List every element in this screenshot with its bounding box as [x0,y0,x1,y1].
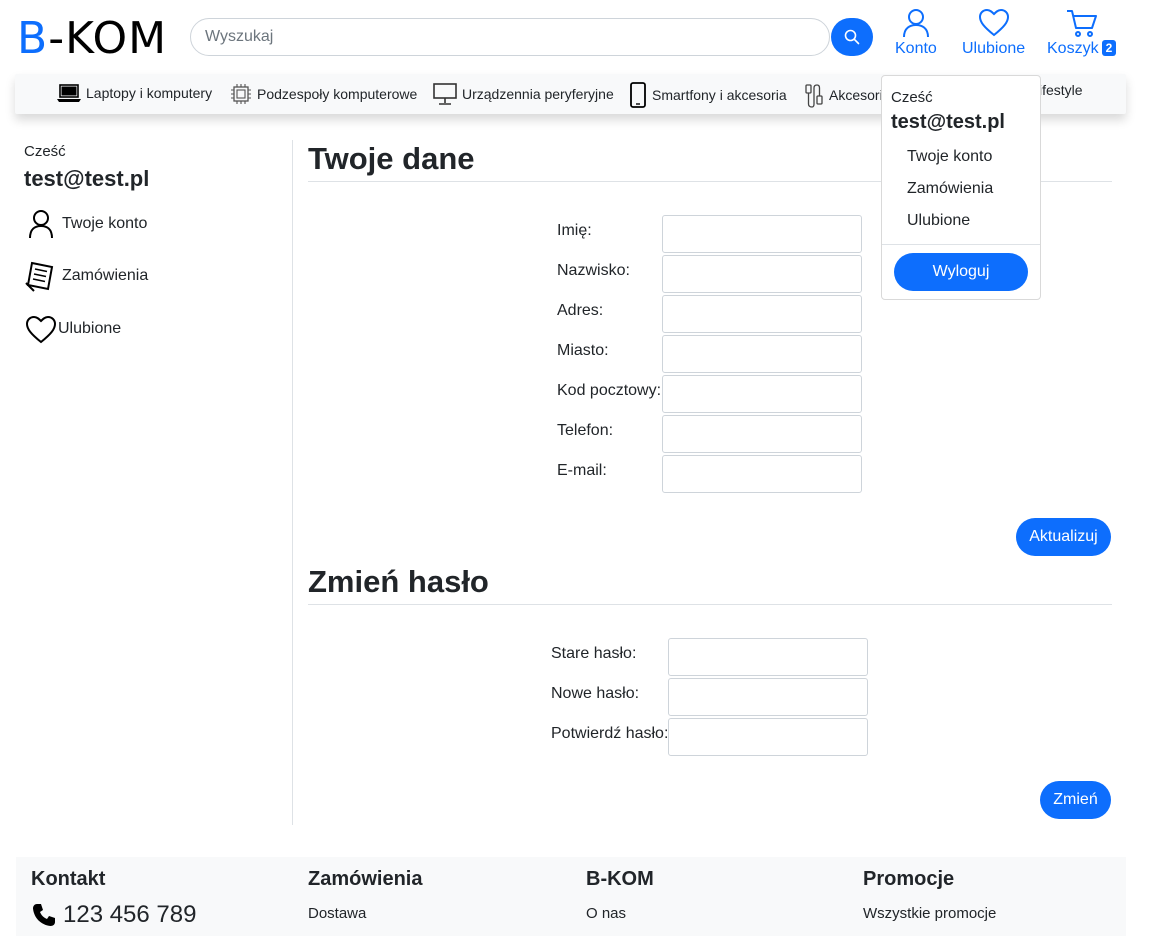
category-label: ifestyle [1039,82,1083,98]
phone-label: Telefon: [557,422,614,439]
footer-heading-bkom: B-KOM [586,868,654,890]
address-label: Adres: [557,302,604,319]
sidebar-item-orders[interactable]: Zamówienia [24,259,148,293]
category-label: Smartfony i akcesoria [652,87,787,103]
cable-icon [805,84,823,108]
password-divider [308,604,1112,605]
email-label: E-mail: [557,462,607,479]
dropdown-item-favorites[interactable]: Ulubione [907,212,970,230]
sidebar-item-account[interactable]: Twoje konto [24,209,147,239]
search-input[interactable] [190,18,830,56]
last-name-field[interactable] [662,255,862,293]
sidebar-item-label: Ulubione [58,320,122,337]
category-label: Laptopy i komputery [86,85,213,101]
city-field[interactable] [662,335,862,373]
footer-heading-orders: Zamówienia [308,868,423,890]
update-button[interactable]: Aktualizuj [1016,518,1111,556]
confirm-password-field[interactable] [668,718,868,756]
search-bar [190,18,830,56]
laptop-icon [57,84,81,102]
new-password-field[interactable] [668,678,868,716]
sidebar-item-favorites[interactable]: Ulubione [24,314,121,344]
cart-label: Koszyk [1047,40,1099,57]
sidebar-divider [292,140,293,825]
footer-link-about[interactable]: O nas [586,905,626,922]
favorites-label: Ulubione [962,40,1026,57]
city-label: Miasto: [557,342,609,359]
postal-code-label: Kod pocztowy: [557,382,662,399]
dropdown-email: test@test.pl [891,111,1005,133]
receipt-icon [25,261,54,292]
dropdown-greeting: Cześć [891,89,933,106]
footer-heading-contact: Kontakt [31,868,106,890]
person-icon [29,210,53,239]
category-laptops[interactable]: Laptopy i komputery [56,82,212,104]
dropdown-item-orders[interactable]: Zamówienia [907,180,993,198]
new-password-label: Nowe hasło: [551,685,640,702]
last-name-label: Nazwisko: [557,262,630,279]
smartphone-icon [630,82,646,108]
sidebar-email: test@test.pl [24,166,150,191]
account-label: Konto [895,40,937,57]
footer-heading-promotions: Promocje [863,868,955,890]
person-icon [902,9,929,38]
postal-code-field[interactable] [662,375,862,413]
account-dropdown: Cześć test@test.pl Twoje konto Zamówieni… [881,75,1041,300]
footer-link-delivery[interactable]: Dostawa [308,905,366,922]
old-password-field[interactable] [668,638,868,676]
heart-icon [25,315,57,344]
monitor-icon [433,83,457,105]
first-name-label: Imię: [557,222,592,239]
category-accessories[interactable]: Akcesori [803,82,883,108]
category-smartphones[interactable]: Smartfony i akcesoria [628,82,787,108]
profile-title: Twoje dane [308,141,475,176]
search-icon [844,29,860,45]
dropdown-divider [882,244,1040,245]
footer-link-all-promotions[interactable]: Wszystkie promocje [863,905,996,922]
cart-count-badge: 2 [1101,40,1117,56]
logo[interactable]: B -KOM [17,10,167,66]
password-title: Zmień hasło [308,564,489,599]
phone-field[interactable] [662,415,862,453]
category-peripherals[interactable]: Urządzennia peryferyjne [432,82,614,106]
favorites-link[interactable]: Ulubione [962,8,1025,58]
heart-icon [978,8,1009,37]
confirm-password-label: Potwierdź hasło: [551,725,669,742]
category-label: Urządzennia peryferyjne [462,86,614,102]
change-password-button[interactable]: Zmień [1040,781,1111,819]
cart-icon [1066,10,1097,37]
first-name-field[interactable] [662,215,862,253]
search-button[interactable] [831,18,873,56]
dropdown-item-account[interactable]: Twoje konto [907,148,992,166]
sidebar-item-label: Zamówienia [62,267,149,284]
sidebar-greeting: Cześć [24,143,66,160]
category-label: Akcesori [829,87,883,103]
phone-icon [33,904,55,926]
footer-phone[interactable]: 123 456 789 [31,901,196,929]
sidebar-item-label: Twoje konto [62,215,148,232]
address-field[interactable] [662,295,862,333]
old-password-label: Stare hasło: [551,645,637,662]
category-components[interactable]: Podzespoły komputerowe [229,82,417,106]
logo-b: B [17,12,49,64]
category-label: Podzespoły komputerowe [257,86,418,102]
logo-text: -KOM [48,12,168,64]
account-link[interactable]: Konto [895,8,937,58]
logout-button[interactable]: Wyloguj [894,253,1028,291]
cart-link[interactable]: Koszyk 2 [1047,8,1117,58]
cpu-icon [231,84,251,104]
category-lifestyle[interactable]: ifestyle [1039,82,1083,98]
footer: Kontakt 123 456 789 Zamówienia Dostawa B… [16,857,1126,936]
footer-phone-number: 123 456 789 [63,901,197,928]
email-field[interactable] [662,455,862,493]
